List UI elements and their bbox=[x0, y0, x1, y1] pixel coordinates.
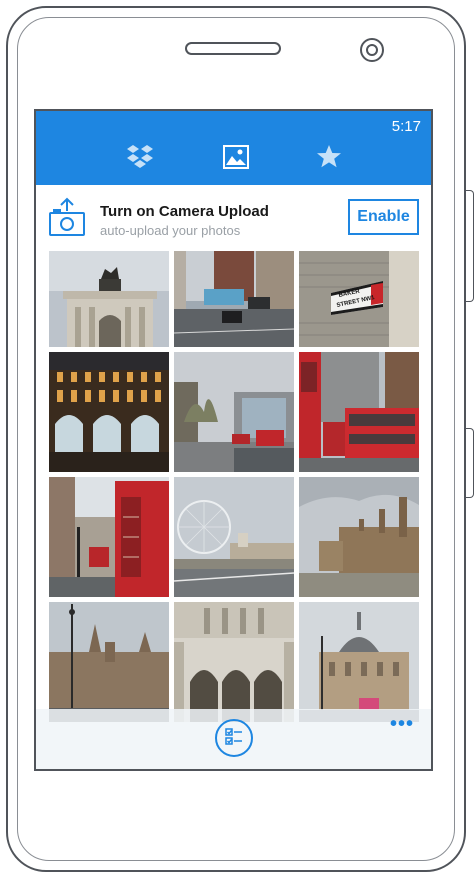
top-header: 5:17 bbox=[36, 111, 431, 185]
photo-red-buses[interactable] bbox=[299, 352, 419, 472]
photo-red-phone-box[interactable] bbox=[49, 477, 169, 597]
photos-icon bbox=[223, 144, 249, 174]
favorites-star-icon bbox=[316, 144, 342, 174]
app-bar: ••• bbox=[36, 709, 431, 769]
tab-photos[interactable] bbox=[222, 144, 250, 174]
front-camera bbox=[360, 38, 384, 62]
tab-favorites[interactable] bbox=[315, 145, 343, 173]
camera-upload-banner: Turn on Camera Upload auto-upload your p… bbox=[36, 185, 431, 251]
volume-button[interactable] bbox=[466, 190, 474, 302]
photo-wellington-arch[interactable] bbox=[49, 251, 169, 347]
select-checklist-icon bbox=[225, 727, 243, 749]
photo-westminster-abbey[interactable] bbox=[49, 602, 169, 722]
more-options-button[interactable]: ••• bbox=[390, 713, 414, 736]
camera-upload-icon bbox=[48, 197, 86, 237]
photo-street-buses[interactable] bbox=[174, 352, 294, 472]
photo-street-traffic[interactable] bbox=[174, 251, 294, 347]
power-button[interactable] bbox=[466, 428, 474, 498]
phone-speaker bbox=[185, 42, 281, 55]
dropbox-icon bbox=[126, 144, 154, 175]
photo-baker-street-sign[interactable]: BAKER STREET NW1 bbox=[299, 251, 419, 347]
photo-domed-building[interactable] bbox=[299, 602, 419, 722]
photo-london-eye[interactable] bbox=[174, 477, 294, 597]
enable-button[interactable]: Enable bbox=[348, 199, 419, 235]
tab-dropbox[interactable] bbox=[126, 144, 154, 175]
photo-parliament-river[interactable] bbox=[299, 477, 419, 597]
photo-gothic-facade[interactable] bbox=[174, 602, 294, 722]
status-time: 5:17 bbox=[391, 118, 421, 135]
select-button[interactable] bbox=[215, 719, 253, 757]
banner-title: Turn on Camera Upload bbox=[100, 203, 269, 220]
banner-subtitle: auto-upload your photos bbox=[100, 223, 241, 238]
photo-ornate-building-night[interactable] bbox=[49, 352, 169, 472]
phone-screen: 5:17 Turn on Camera Upload auto-upload y… bbox=[34, 109, 433, 771]
photo-grid: BAKER STREET NW1 bbox=[49, 251, 419, 731]
